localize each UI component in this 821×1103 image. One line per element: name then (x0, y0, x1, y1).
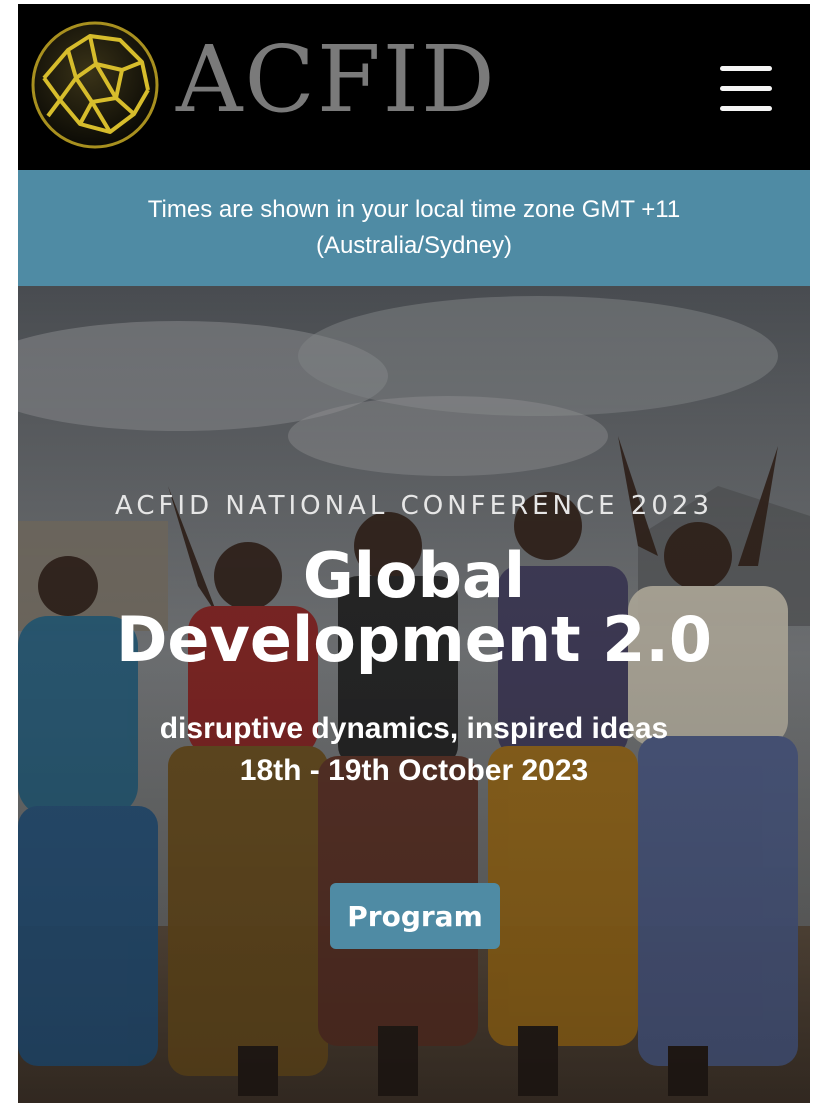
menu-bar-line (720, 106, 772, 111)
acfid-globe-logo-icon[interactable] (30, 20, 160, 150)
timezone-text: Times are shown in your local time zone … (147, 196, 681, 223)
timezone-location-text: (Australia/Sydney) (315, 232, 513, 259)
top-nav-bar: ACFID (18, 4, 810, 170)
conference-eyebrow: ACFID NATIONAL CONFERENCE 2023 (114, 491, 714, 521)
hero-title-line: Global (302, 539, 526, 612)
hero-section: ACFID NATIONAL CONFERENCE 2023 Global De… (18, 286, 810, 1103)
hero-title: Global Development 2.0 (18, 544, 810, 672)
hero-title-line: Development 2.0 (115, 603, 713, 676)
hero-tagline: disruptive dynamics, inspired ideas (159, 712, 669, 745)
timezone-banner: Times are shown in your local time zone … (18, 170, 810, 286)
hero-date: 18th - 19th October 2023 (239, 754, 589, 787)
hamburger-menu-icon[interactable] (720, 66, 772, 112)
hero-subtitle: disruptive dynamics, inspired ideas 18th… (18, 708, 810, 792)
app-frame: ACFID Times are shown in your local time… (18, 4, 810, 1103)
menu-bar-line (720, 66, 772, 71)
menu-bar-line (720, 86, 772, 91)
brand-wordmark[interactable]: ACFID (176, 34, 497, 126)
program-button[interactable]: Program (330, 883, 500, 949)
dancing-women-photo (18, 286, 810, 1103)
